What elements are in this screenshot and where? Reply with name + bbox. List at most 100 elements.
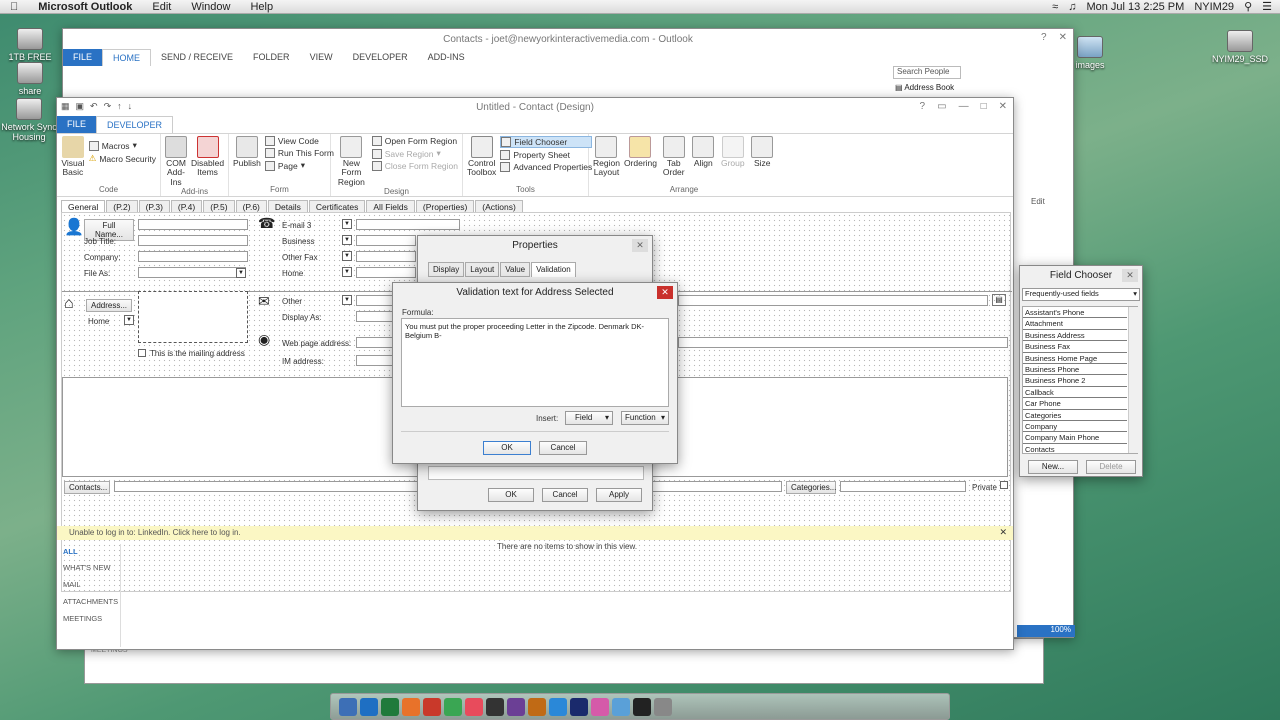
field-list-item[interactable]: Categories — [1023, 409, 1127, 421]
visual-basic-button[interactable]: Visual Basic — [61, 136, 85, 178]
properties-ok-button[interactable]: OK — [488, 488, 534, 502]
menu-app-name[interactable]: Microsoft Outlook — [28, 1, 142, 13]
other-dropdown[interactable]: ▼ — [342, 295, 352, 305]
tab-developer[interactable]: DEVELOPER — [343, 49, 418, 66]
open-form-region-button[interactable]: Open Form Region — [371, 136, 458, 146]
other-fax-field[interactable] — [356, 251, 416, 262]
advanced-properties-button[interactable]: Advanced Properties — [500, 162, 592, 172]
search-icon[interactable]: ⚲ — [1244, 0, 1252, 13]
field-list-item[interactable]: Business Phone — [1023, 363, 1127, 376]
restore-icon[interactable]: ▭ — [937, 101, 946, 112]
validation-cancel-button[interactable]: Cancel — [539, 441, 587, 455]
desktop-icon-network[interactable]: Network Sync Housing — [0, 98, 60, 142]
preview-icon[interactable] — [612, 697, 630, 716]
desktop-icon-ssd[interactable]: NYIM29_SSD — [1210, 30, 1270, 64]
excel-icon[interactable] — [381, 697, 399, 716]
other-fax-dropdown[interactable]: ▼ — [342, 251, 352, 261]
field-list-item[interactable]: Business Fax — [1023, 341, 1127, 353]
close-icon[interactable]: ✕ — [999, 101, 1007, 112]
search-people-input[interactable]: Search People — [893, 66, 961, 79]
validation-ok-button[interactable]: OK — [483, 441, 531, 455]
tab-send-receive[interactable]: SEND / RECEIVE — [151, 49, 243, 66]
insert-field-button[interactable]: Field ▾ — [565, 411, 613, 425]
close-icon[interactable]: ✕ — [657, 286, 673, 299]
field-list-item[interactable]: Contacts — [1023, 443, 1127, 453]
properties-apply-button[interactable]: Apply — [596, 488, 642, 502]
tab-home[interactable]: HOME — [102, 49, 152, 66]
undo-icon[interactable]: ↶ — [90, 101, 98, 112]
help-icon[interactable]: ? — [920, 101, 926, 112]
trash-icon[interactable] — [654, 697, 672, 716]
field-list-item[interactable]: Company Main Phone — [1023, 432, 1127, 444]
nav-attachments[interactable]: ATTACHMENTS — [57, 593, 120, 610]
email-wide-field[interactable] — [678, 295, 988, 306]
firefox-icon[interactable] — [402, 697, 420, 716]
tab-view[interactable]: VIEW — [300, 49, 343, 66]
company-field[interactable] — [138, 251, 248, 262]
address-field-selected[interactable] — [138, 291, 248, 343]
outlook-icon[interactable] — [360, 697, 378, 716]
edit-link[interactable]: Edit — [1031, 197, 1045, 206]
field-set-dropdown[interactable]: Frequently-used fields ▾ — [1022, 288, 1140, 301]
insert-function-button[interactable]: Function ▾ — [621, 411, 669, 425]
run-form-button[interactable]: Run This Form — [264, 148, 334, 158]
bridge-icon[interactable] — [528, 697, 546, 716]
close-icon[interactable]: ✕ — [1059, 32, 1067, 43]
video-icon[interactable] — [486, 697, 504, 716]
terminal-icon[interactable] — [633, 697, 651, 716]
ordering-button[interactable]: Ordering — [624, 136, 657, 178]
group-button[interactable]: Group — [720, 136, 746, 178]
address-book-button[interactable]: ▤ Address Book — [895, 83, 954, 92]
macros-button[interactable]: Macros ▾ — [88, 140, 156, 151]
home-phone-dropdown[interactable]: ▼ — [342, 267, 352, 277]
chrome-icon[interactable] — [444, 697, 462, 716]
business-dropdown[interactable]: ▼ — [342, 235, 352, 245]
tab-value[interactable]: Value — [500, 262, 531, 277]
close-icon[interactable]: ✕ — [1122, 269, 1138, 282]
private-checkbox[interactable] — [1000, 481, 1008, 489]
address-type-dropdown[interactable]: ▼ — [124, 315, 134, 325]
address-book-icon[interactable]: ▤ — [992, 294, 1006, 306]
linkedin-banner[interactable]: Unable to log in to: LinkedIn. Click her… — [57, 526, 1013, 540]
field-list-item[interactable]: Assistant's Phone — [1023, 307, 1127, 319]
field-list-item[interactable]: Car Phone — [1023, 398, 1127, 410]
down-icon[interactable]: ↓ — [128, 101, 133, 112]
nav-all[interactable]: ALL — [57, 544, 120, 559]
size-button[interactable]: Size — [750, 136, 776, 178]
align-button[interactable]: Align — [691, 136, 717, 178]
full-name-field[interactable] — [138, 219, 248, 230]
field-list-item[interactable]: Attachment — [1023, 318, 1127, 330]
tab-file[interactable]: FILE — [63, 49, 103, 66]
mailing-checkbox[interactable] — [138, 349, 146, 357]
field-list-scrollbar[interactable] — [1128, 307, 1138, 453]
volume-icon[interactable]: ♫ — [1068, 1, 1076, 13]
maximize-icon[interactable]: □ — [981, 101, 987, 112]
properties-cancel-button[interactable]: Cancel — [542, 488, 588, 502]
field-list-item[interactable]: Company — [1023, 420, 1127, 433]
itunes-icon[interactable] — [465, 697, 483, 716]
clock[interactable]: Mon Jul 13 2:25 PM — [1086, 1, 1184, 13]
close-icon[interactable]: ✕ — [632, 239, 648, 252]
disabled-items-button[interactable]: Disabled Items — [191, 136, 224, 187]
menu-edit[interactable]: Edit — [142, 1, 181, 13]
control-toolbox-button[interactable]: Control Toolbox — [467, 136, 496, 178]
close-banner-icon[interactable]: ✕ — [999, 527, 1007, 538]
close-form-region-button[interactable]: Close Form Region — [371, 161, 458, 171]
business-field[interactable] — [356, 235, 416, 246]
redo-icon[interactable]: ↷ — [104, 101, 112, 112]
delete-field-button[interactable]: Delete — [1086, 460, 1136, 474]
apple-icon[interactable]:  — [0, 1, 28, 13]
user-name[interactable]: NYIM29 — [1194, 1, 1234, 13]
email3-dropdown[interactable]: ▼ — [342, 219, 352, 229]
field-list-item[interactable]: Business Address — [1023, 329, 1127, 342]
new-form-region-button[interactable]: New Form Region — [335, 136, 368, 187]
tab-add-ins[interactable]: ADD-INS — [418, 49, 475, 66]
home-phone-field[interactable] — [356, 267, 416, 278]
nav-meetings[interactable]: MEETINGS — [57, 610, 120, 627]
save-icon[interactable]: ▣ — [76, 101, 85, 112]
photoshop-icon[interactable] — [570, 697, 588, 716]
tab-folder[interactable]: FOLDER — [243, 49, 300, 66]
property-sheet-button[interactable]: Property Sheet — [500, 150, 592, 160]
skype-icon[interactable] — [549, 697, 567, 716]
list-icon[interactable]: ☰ — [1262, 0, 1272, 13]
